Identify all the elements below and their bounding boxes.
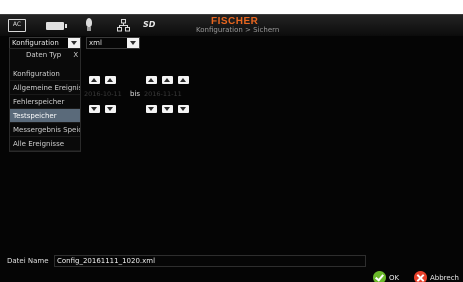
chevron-down-icon[interactable] (127, 38, 139, 48)
device-screen: AC SD FISCHER Konfiguration > Sichern Ko… (0, 14, 463, 282)
file-name-input[interactable]: Config_20161111_1020.xml (54, 255, 366, 267)
network-icon (117, 19, 130, 32)
light-bulb-icon (86, 18, 92, 31)
status-bar: AC SD FISCHER Konfiguration > Sichern (0, 14, 463, 36)
file-format-select[interactable]: xml (86, 37, 140, 49)
to-month-up-button[interactable] (162, 76, 173, 84)
cancel-button-label: Abbrech (430, 273, 459, 282)
top-margin (0, 0, 463, 14)
dropdown-title: Daten Typ (26, 51, 62, 59)
to-month-down-button[interactable] (162, 105, 173, 113)
battery-icon (46, 22, 67, 30)
chevron-down-icon[interactable] (68, 38, 80, 48)
to-day-up-button[interactable] (178, 76, 189, 84)
ok-button-label: OK (389, 273, 400, 282)
to-year-up-button[interactable] (146, 76, 157, 84)
file-format-select-value: xml (89, 39, 102, 47)
dropdown-item-testspeicher[interactable]: Testspeicher (10, 109, 80, 123)
cancel-button[interactable]: Abbrech (414, 271, 459, 282)
dropdown-item-alle-ereignisse[interactable]: Alle Ereignisse (10, 137, 80, 151)
from-year-down-button[interactable] (89, 105, 100, 113)
sd-card-icon: SD (143, 20, 156, 29)
to-year-down-button[interactable] (146, 105, 157, 113)
dropdown-item-konfiguration[interactable]: Konfiguration (10, 67, 80, 81)
from-month-up-button[interactable] (105, 76, 116, 84)
from-year-up-button[interactable] (89, 76, 100, 84)
ac-power-icon: AC (8, 19, 26, 32)
data-type-select-value: Konfiguration (12, 39, 59, 47)
close-icon (414, 271, 427, 282)
ok-button[interactable]: OK (373, 271, 399, 282)
breadcrumb: Konfiguration > Sichern (196, 26, 280, 34)
from-date-value: 2016-10-11 (84, 90, 122, 98)
from-month-down-button[interactable] (105, 105, 116, 113)
to-day-down-button[interactable] (178, 105, 189, 113)
dropdown-item-fehlerspeicher[interactable]: Fehlerspeicher (10, 95, 80, 109)
dropdown-header: Daten Typ X (10, 49, 80, 61)
dropdown-item-messergebnis-speicher[interactable]: Messergebnis Speic (10, 123, 80, 137)
file-name-label: Datei Name (7, 257, 49, 265)
close-icon[interactable]: X (73, 51, 78, 59)
check-icon (373, 271, 386, 282)
dropdown-item-allgemeine-ereignisse[interactable]: Allgemeine Ereignis (10, 81, 80, 95)
date-range-separator: bis (130, 90, 141, 98)
data-type-dropdown: Daten Typ X Konfiguration Allgemeine Ere… (9, 48, 81, 152)
to-date-value: 2016-11-11 (144, 90, 182, 98)
